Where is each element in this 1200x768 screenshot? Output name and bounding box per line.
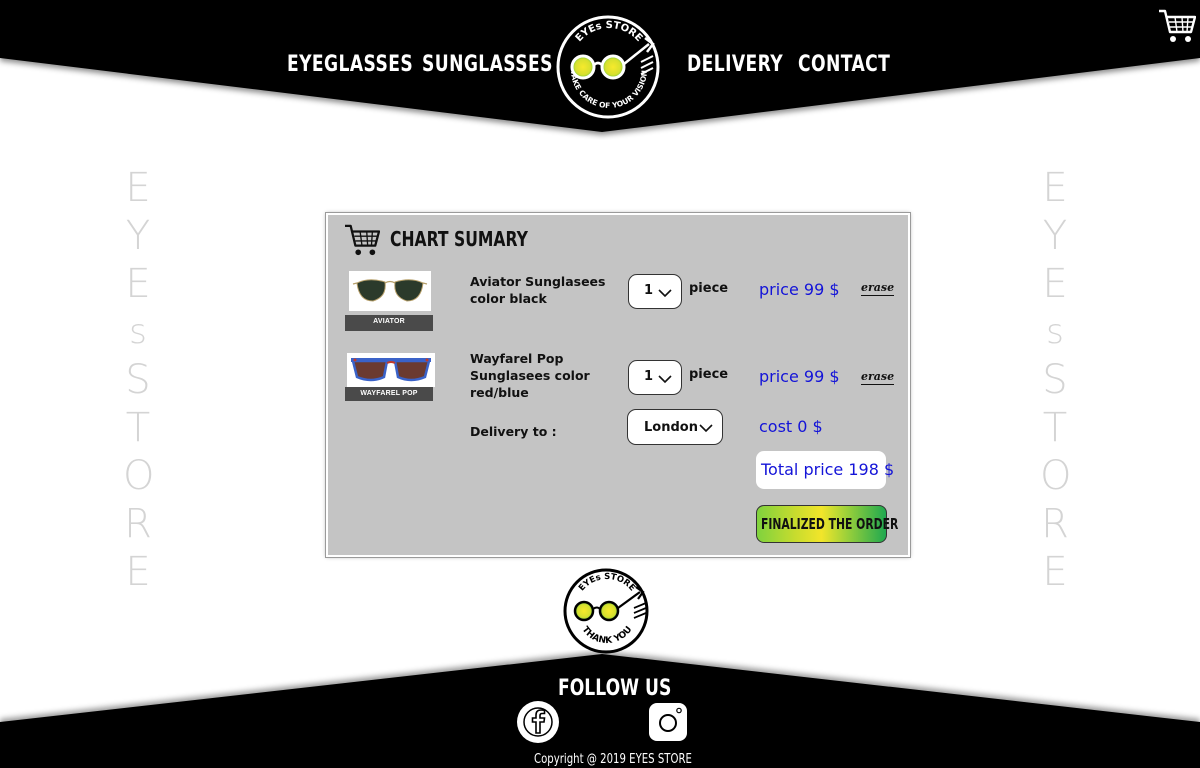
- quantity-value: 1: [644, 283, 654, 298]
- thank-you-logo: EYEs STORE THANK YOU: [563, 568, 649, 654]
- erase-button[interactable]: erase: [861, 281, 895, 296]
- unit-label: piece: [689, 367, 729, 382]
- instagram-icon[interactable]: [649, 703, 687, 741]
- chevron-down-icon: [699, 424, 713, 433]
- side-text-right: EYEsSTORE: [1040, 165, 1072, 595]
- quantity-select[interactable]: 1: [628, 360, 682, 395]
- nav-contact[interactable]: CONTACT: [798, 52, 890, 77]
- quantity-value: 1: [644, 369, 654, 384]
- side-text-left: EYEsSTORE: [123, 165, 155, 595]
- erase-button[interactable]: erase: [861, 370, 895, 385]
- facebook-icon[interactable]: [517, 701, 559, 743]
- finalize-order-label: FINALIZED THE ORDER: [761, 515, 899, 533]
- delivery-city-select[interactable]: London: [627, 409, 723, 445]
- quantity-select[interactable]: 1: [628, 274, 682, 309]
- delivery-cost: cost 0 $: [759, 417, 823, 436]
- item-price: price 99 $: [759, 280, 840, 299]
- copyright-text: Copyright @ 2019 EYES STORE: [534, 752, 692, 767]
- cart-icon[interactable]: [1158, 8, 1196, 44]
- total-price: Total price 198 $: [761, 460, 895, 479]
- store-logo[interactable]: EYEs STORE TAKE CARE OF YOUR VISION: [553, 14, 665, 120]
- cart-icon: [345, 224, 380, 256]
- chevron-down-icon: [658, 289, 672, 298]
- aviator-caption: AVIATOR: [345, 315, 433, 331]
- nav-sunglasses[interactable]: SUNGLASSES: [422, 52, 553, 77]
- delivery-city-value: London: [644, 420, 698, 435]
- delivery-label: Delivery to :: [470, 424, 557, 439]
- total-price-box: Total price 198 $: [756, 451, 894, 489]
- unit-label: piece: [689, 281, 729, 296]
- finalize-order-button[interactable]: FINALIZED THE ORDER: [756, 505, 898, 543]
- follow-us-title: FOLLOW US: [558, 676, 672, 701]
- item-price: price 99 $: [759, 367, 840, 386]
- nav-eyeglasses[interactable]: EYEGLASSES: [287, 52, 413, 77]
- cart-summary-panel: CHART SUMARY AVIATOR Aviator Sunglasees …: [325, 212, 911, 558]
- item-name: Wayfarel Pop Sunglasees color red/blue: [470, 351, 590, 400]
- item-name: Aviator Sunglasees color black: [470, 274, 606, 306]
- cart-title: CHART SUMARY: [390, 227, 528, 251]
- wayfarel-pop-sunglasses-image: [347, 353, 435, 387]
- wayfarel-caption: WAYFAREL POP: [345, 387, 433, 401]
- nav-delivery[interactable]: DELIVERY: [687, 52, 783, 77]
- aviator-sunglasses-image: [349, 271, 431, 311]
- chevron-down-icon: [658, 375, 672, 384]
- footer-background: [0, 654, 1200, 768]
